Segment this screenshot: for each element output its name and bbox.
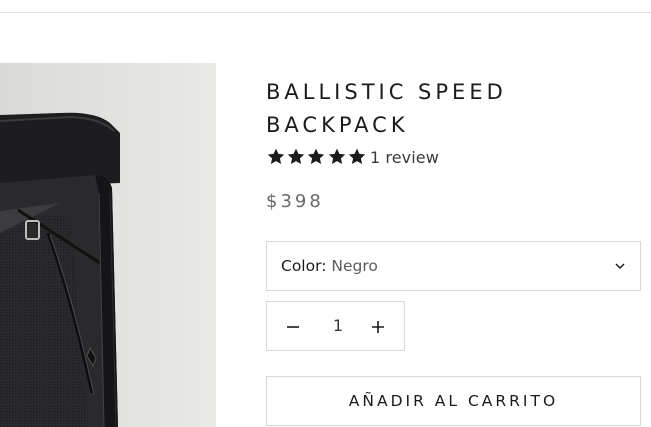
star-icon	[308, 148, 325, 165]
quantity-stepper	[266, 301, 405, 351]
rating-stars	[266, 147, 367, 167]
product-page: BALLISTIC SPEED BACKPACK 1 review $398 C…	[0, 0, 651, 427]
add-to-cart-button[interactable]: AÑADIR AL CARRITO	[266, 376, 641, 426]
minus-icon[interactable]	[285, 319, 301, 335]
product-info: BALLISTIC SPEED BACKPACK 1 review $398 C…	[266, 76, 641, 426]
product-title: BALLISTIC SPEED BACKPACK	[266, 80, 507, 137]
review-count[interactable]: 1 review	[370, 148, 439, 167]
quantity-input[interactable]	[307, 315, 369, 336]
plus-icon[interactable]	[370, 319, 386, 335]
product-price: $398	[266, 191, 324, 212]
product-rating[interactable]: 1 review	[266, 144, 439, 170]
color-select-value: Negro	[331, 257, 378, 275]
color-select-label: Color:	[281, 257, 327, 275]
product-image[interactable]	[0, 63, 216, 427]
star-icon	[328, 148, 345, 165]
header-bar	[0, 0, 651, 13]
star-icon	[348, 148, 365, 165]
backpack-photo	[0, 63, 216, 427]
chevron-down-icon	[615, 263, 625, 270]
color-select[interactable]: Color: Negro	[266, 241, 641, 291]
star-icon	[287, 148, 305, 165]
star-icon	[267, 148, 285, 165]
